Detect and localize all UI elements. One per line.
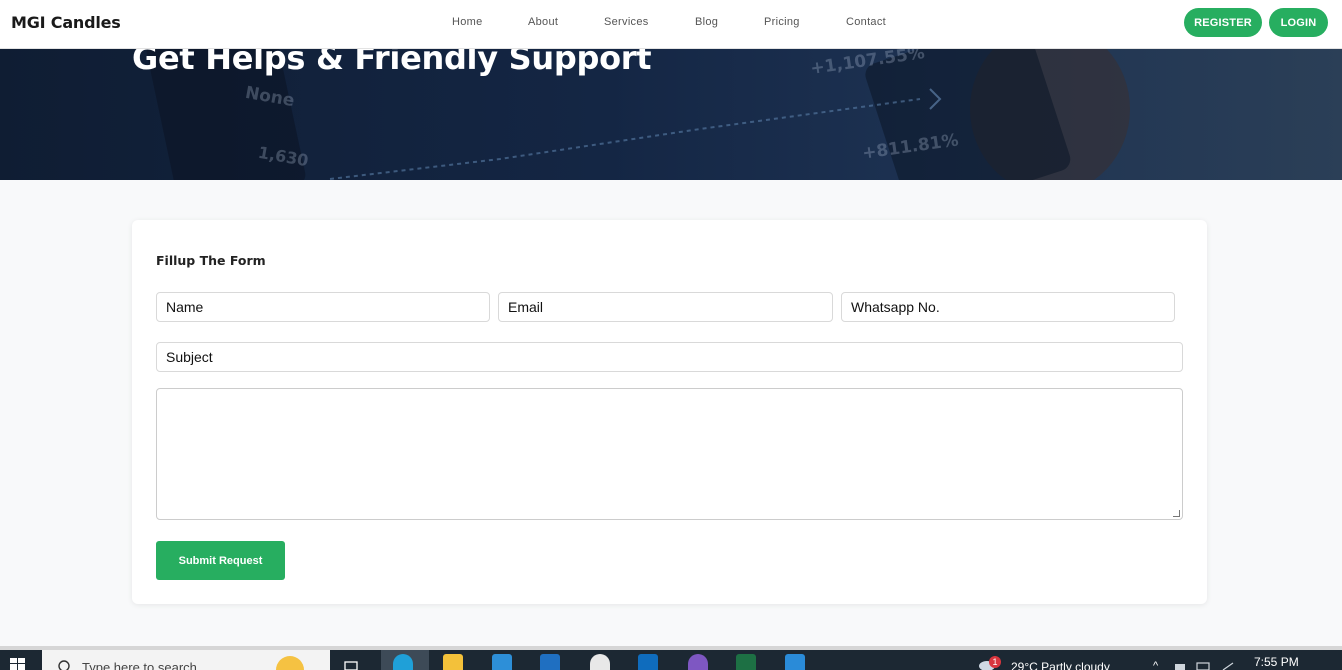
search-icon (58, 660, 70, 670)
subject-input[interactable]: Subject (156, 342, 1183, 372)
edge-icon[interactable] (393, 654, 413, 670)
register-button[interactable]: REGISTER (1184, 8, 1262, 37)
resize-handle-icon[interactable] (1173, 510, 1180, 517)
windows-taskbar: Type here to search 1 29°C Partly cloudy… (0, 650, 1342, 670)
nav-link-services[interactable]: Services (604, 16, 649, 28)
weather-notification-badge: 1 (989, 656, 1001, 668)
message-textarea[interactable] (156, 388, 1183, 520)
taskbar-search-box[interactable]: Type here to search (42, 650, 330, 670)
vscode-icon[interactable] (785, 654, 805, 670)
tray-chevron-icon[interactable]: ^ (1153, 660, 1158, 670)
submit-request-button[interactable]: Submit Request (156, 541, 285, 580)
photos-icon[interactable] (590, 654, 610, 670)
email-input[interactable]: Email (498, 292, 833, 322)
top-navbar: MGI Candles Home About Services Blog Pri… (0, 0, 1342, 49)
windows-start-icon[interactable] (10, 658, 26, 670)
contact-form-card: Fillup The Form Name Email Whatsapp No. … (132, 220, 1207, 604)
taskbar-clock[interactable]: 7:55 PM (1254, 655, 1299, 669)
task-view-icon[interactable] (344, 661, 362, 670)
tor-icon[interactable] (688, 654, 708, 670)
nav-link-contact[interactable]: Contact (846, 16, 886, 28)
nav-link-blog[interactable]: Blog (695, 16, 718, 28)
form-title: Fillup The Form (156, 253, 266, 268)
file-explorer-icon[interactable] (443, 654, 463, 670)
weather-text[interactable]: 29°C Partly cloudy (1011, 660, 1110, 670)
nav-link-home[interactable]: Home (452, 16, 483, 28)
nav-link-pricing[interactable]: Pricing (764, 16, 800, 28)
outlook-icon[interactable] (638, 654, 658, 670)
whatsapp-input[interactable]: Whatsapp No. (841, 292, 1175, 322)
brand-logo[interactable]: MGI Candles (11, 13, 121, 32)
mail-icon[interactable] (540, 654, 560, 670)
excel-icon[interactable] (736, 654, 756, 670)
network-icon[interactable] (1175, 661, 1235, 670)
sun-icon (276, 656, 304, 670)
taskbar-search-placeholder: Type here to search (82, 660, 197, 670)
nav-link-about[interactable]: About (528, 16, 558, 28)
store-icon[interactable] (492, 654, 512, 670)
contact-section: Fillup The Form Name Email Whatsapp No. … (0, 180, 1342, 646)
name-input[interactable]: Name (156, 292, 490, 322)
hero-title: Get Helps & Friendly Support (132, 49, 652, 77)
login-button[interactable]: LOGIN (1269, 8, 1328, 37)
hero-banner: +1,107.55% None 1,630 +811.81% Get Helps… (0, 49, 1342, 180)
